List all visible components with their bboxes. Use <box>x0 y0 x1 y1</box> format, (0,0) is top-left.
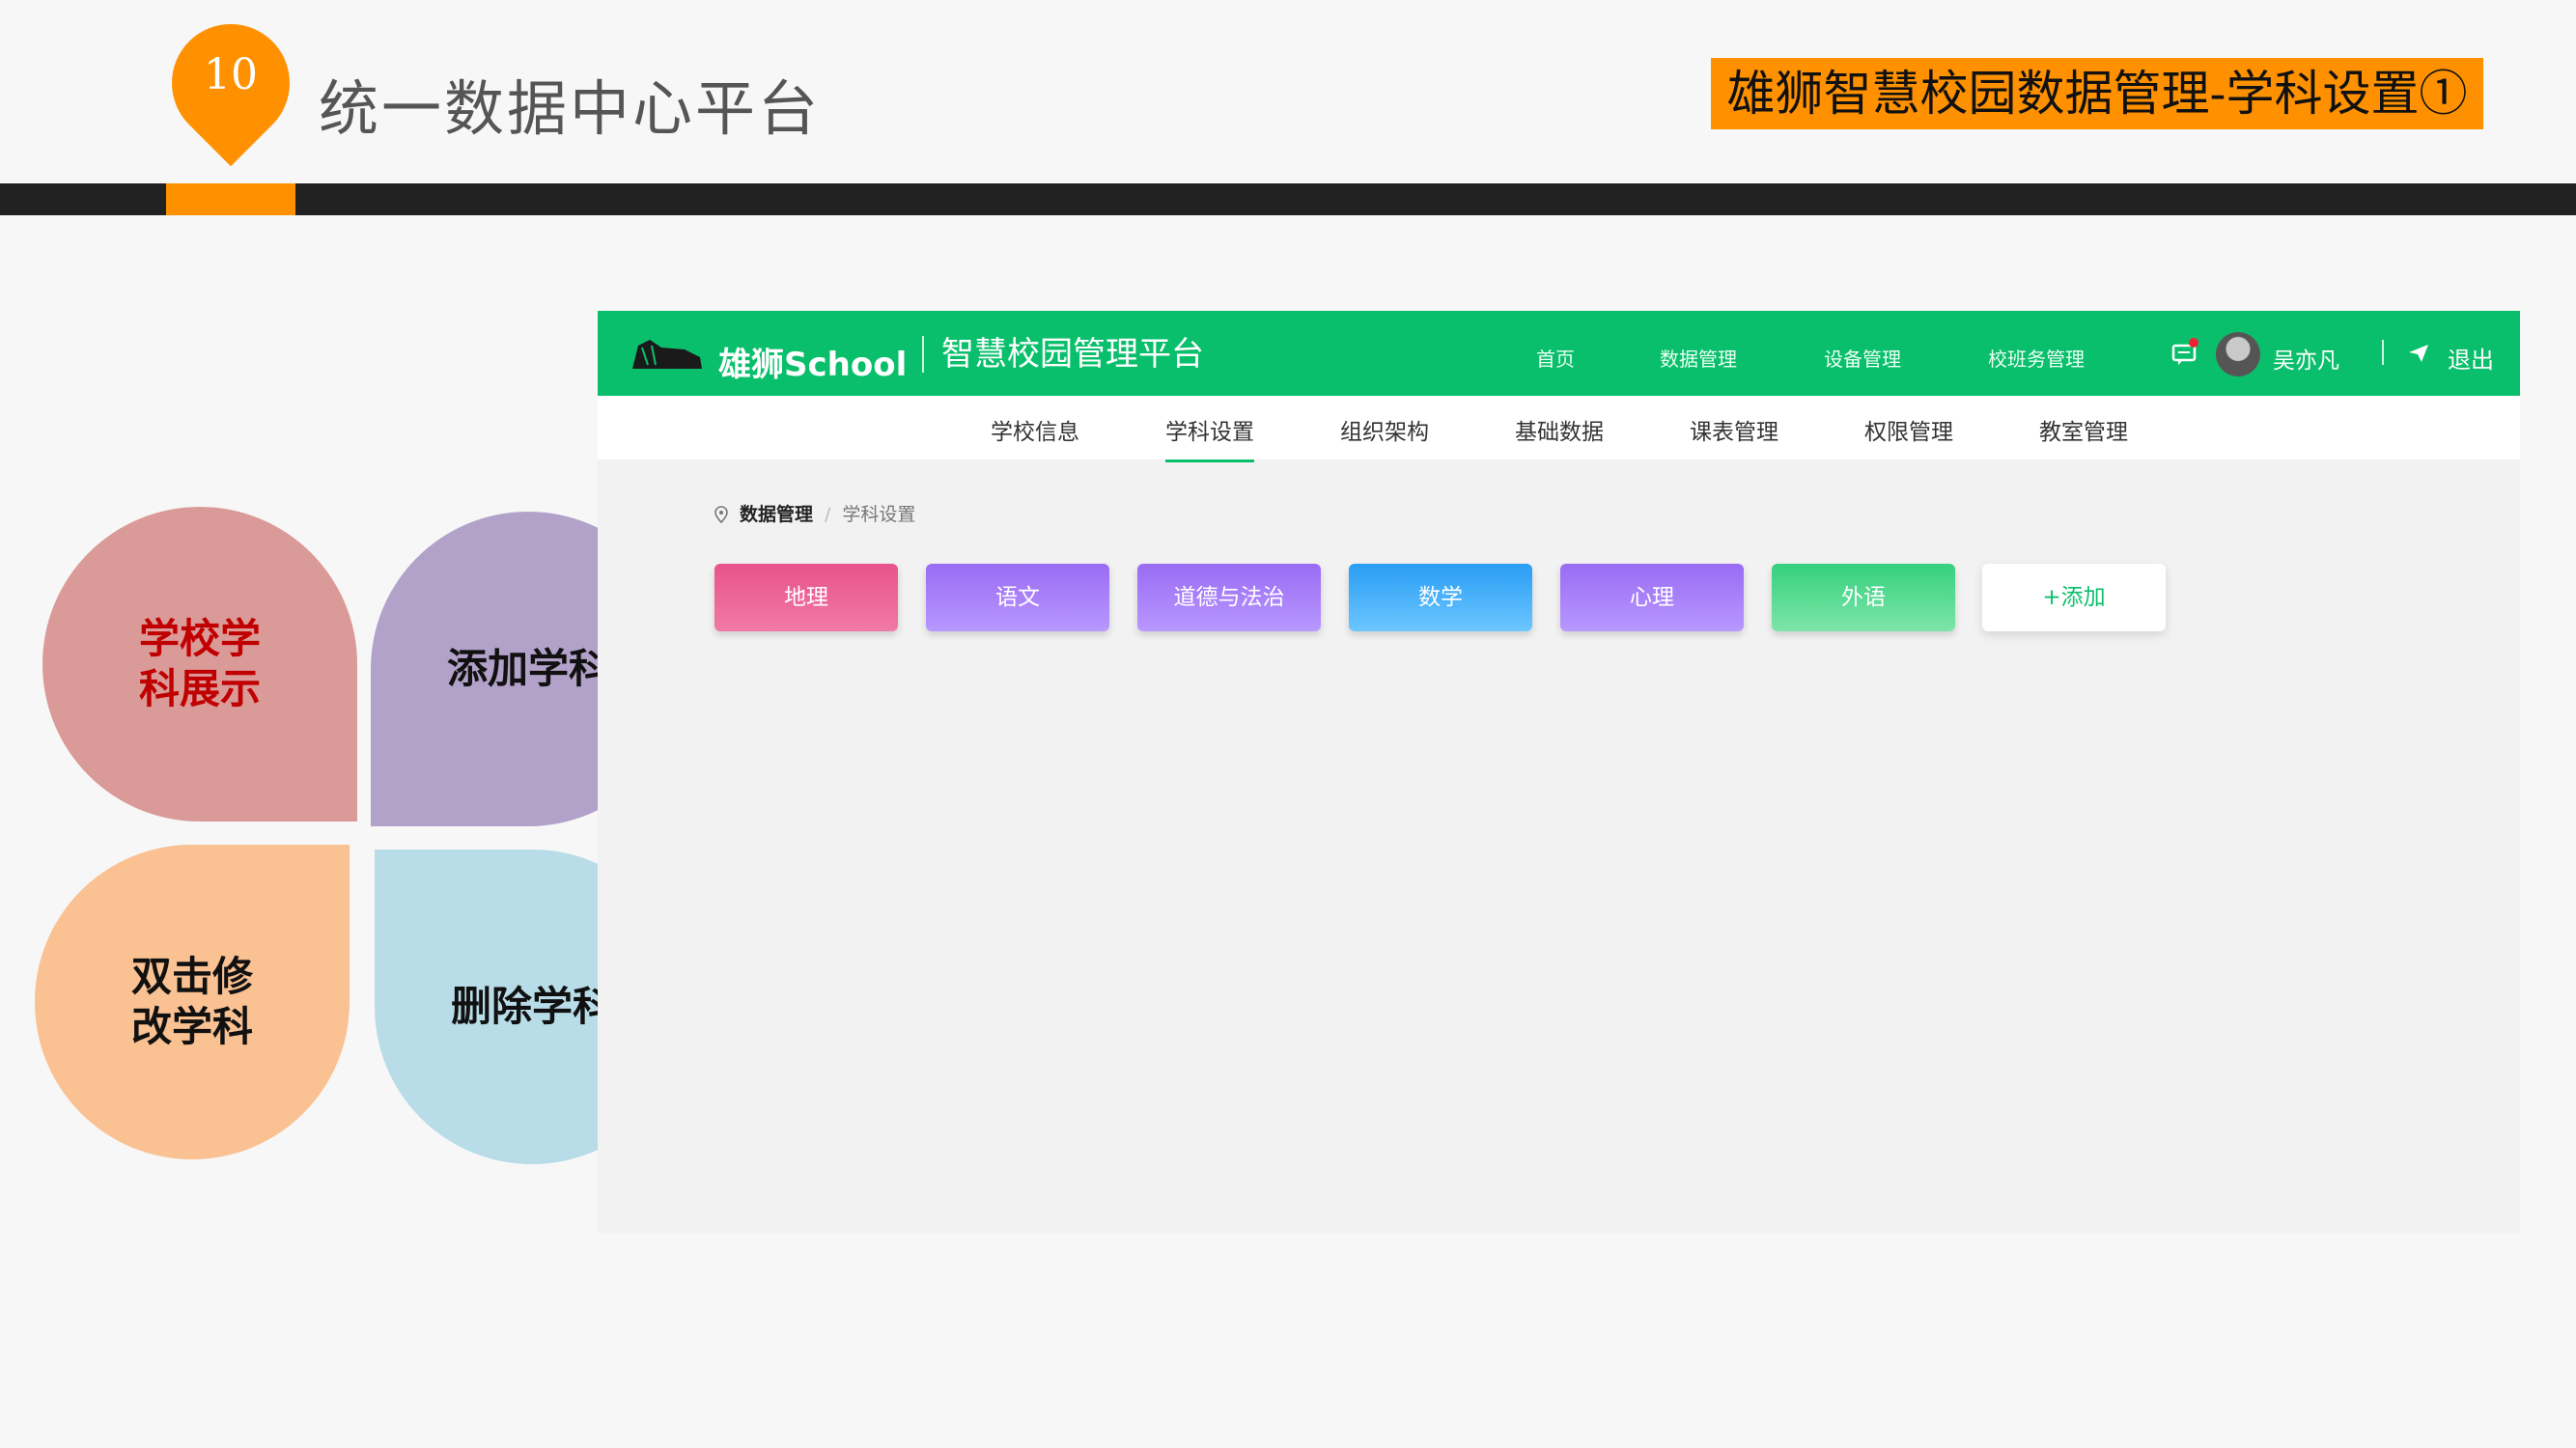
tab-org-structure[interactable]: 组织架构 <box>1340 413 1429 459</box>
header-rule-accent <box>166 183 295 215</box>
notification-dot <box>2189 338 2198 348</box>
petal-school-subjects: 学校学科展示 <box>42 507 357 821</box>
tab-classrooms[interactable]: 教室管理 <box>2039 413 2128 459</box>
subject-button-chinese[interactable]: 语文 <box>926 564 1109 631</box>
petal-label: 删除学科 <box>450 983 613 1030</box>
username[interactable]: 吴亦凡 <box>2273 342 2339 375</box>
brand-name: 雄狮School <box>718 346 908 384</box>
breadcrumb-root[interactable]: 数据管理 <box>740 504 813 525</box>
subject-button-math[interactable]: 数学 <box>1349 564 1532 631</box>
breadcrumb-current: 学科设置 <box>842 504 916 525</box>
avatar[interactable] <box>2216 332 2260 376</box>
slide-number: 10 <box>204 50 258 99</box>
petal-edit-subject: 双击修改学科 <box>35 845 350 1159</box>
header-nav-devices[interactable]: 设备管理 <box>1824 344 1901 372</box>
send-icon[interactable] <box>2408 344 2429 363</box>
tab-subject-settings[interactable]: 学科设置 <box>1165 413 1254 462</box>
header-divider <box>2382 340 2384 365</box>
header-nav-data[interactable]: 数据管理 <box>1660 344 1737 372</box>
breadcrumb-separator: / <box>825 504 831 525</box>
header-nav-class-affairs[interactable]: 校班务管理 <box>1988 344 2085 372</box>
slide-tag: 雄狮智慧校园数据管理-学科设置① <box>1711 58 2483 129</box>
logout-button[interactable]: 退出 <box>2448 341 2494 375</box>
breadcrumb: 数据管理 / 学科设置 <box>714 500 915 526</box>
tab-basic-data[interactable]: 基础数据 <box>1515 413 1604 459</box>
subject-button-psychology[interactable]: 心理 <box>1560 564 1744 631</box>
tab-school-info[interactable]: 学校信息 <box>991 413 1079 459</box>
add-subject-button[interactable]: +添加 <box>1982 564 2166 631</box>
sub-navigation: 学校信息 学科设置 组织架构 基础数据 课表管理 权限管理 教室管理 <box>598 396 2520 462</box>
header-nav-home[interactable]: 首页 <box>1536 344 1575 372</box>
app-screenshot: 雄狮School 智慧校园管理平台 首页 数据管理 设备管理 校班务管理 吴亦凡… <box>598 311 2520 1233</box>
tab-permissions[interactable]: 权限管理 <box>1864 413 1953 459</box>
petal-label: 学校学科展示 <box>138 615 261 712</box>
lion-logo-icon <box>632 340 702 369</box>
subject-button-morality-law[interactable]: 道德与法治 <box>1137 564 1321 631</box>
petal-label: 添加学科 <box>446 645 609 692</box>
location-pin-icon <box>714 506 728 523</box>
platform-title: 智慧校园管理平台 <box>922 336 1204 373</box>
slide-title: 统一数据中心平台 <box>319 73 822 144</box>
subject-button-geography[interactable]: 地理 <box>714 564 898 631</box>
petal-label: 双击修改学科 <box>130 953 253 1050</box>
subject-button-foreign-language[interactable]: 外语 <box>1772 564 1955 631</box>
tab-timetable[interactable]: 课表管理 <box>1690 413 1778 459</box>
app-header: 雄狮School 智慧校园管理平台 首页 数据管理 设备管理 校班务管理 吴亦凡… <box>598 311 2520 396</box>
header-rule <box>0 183 2576 215</box>
